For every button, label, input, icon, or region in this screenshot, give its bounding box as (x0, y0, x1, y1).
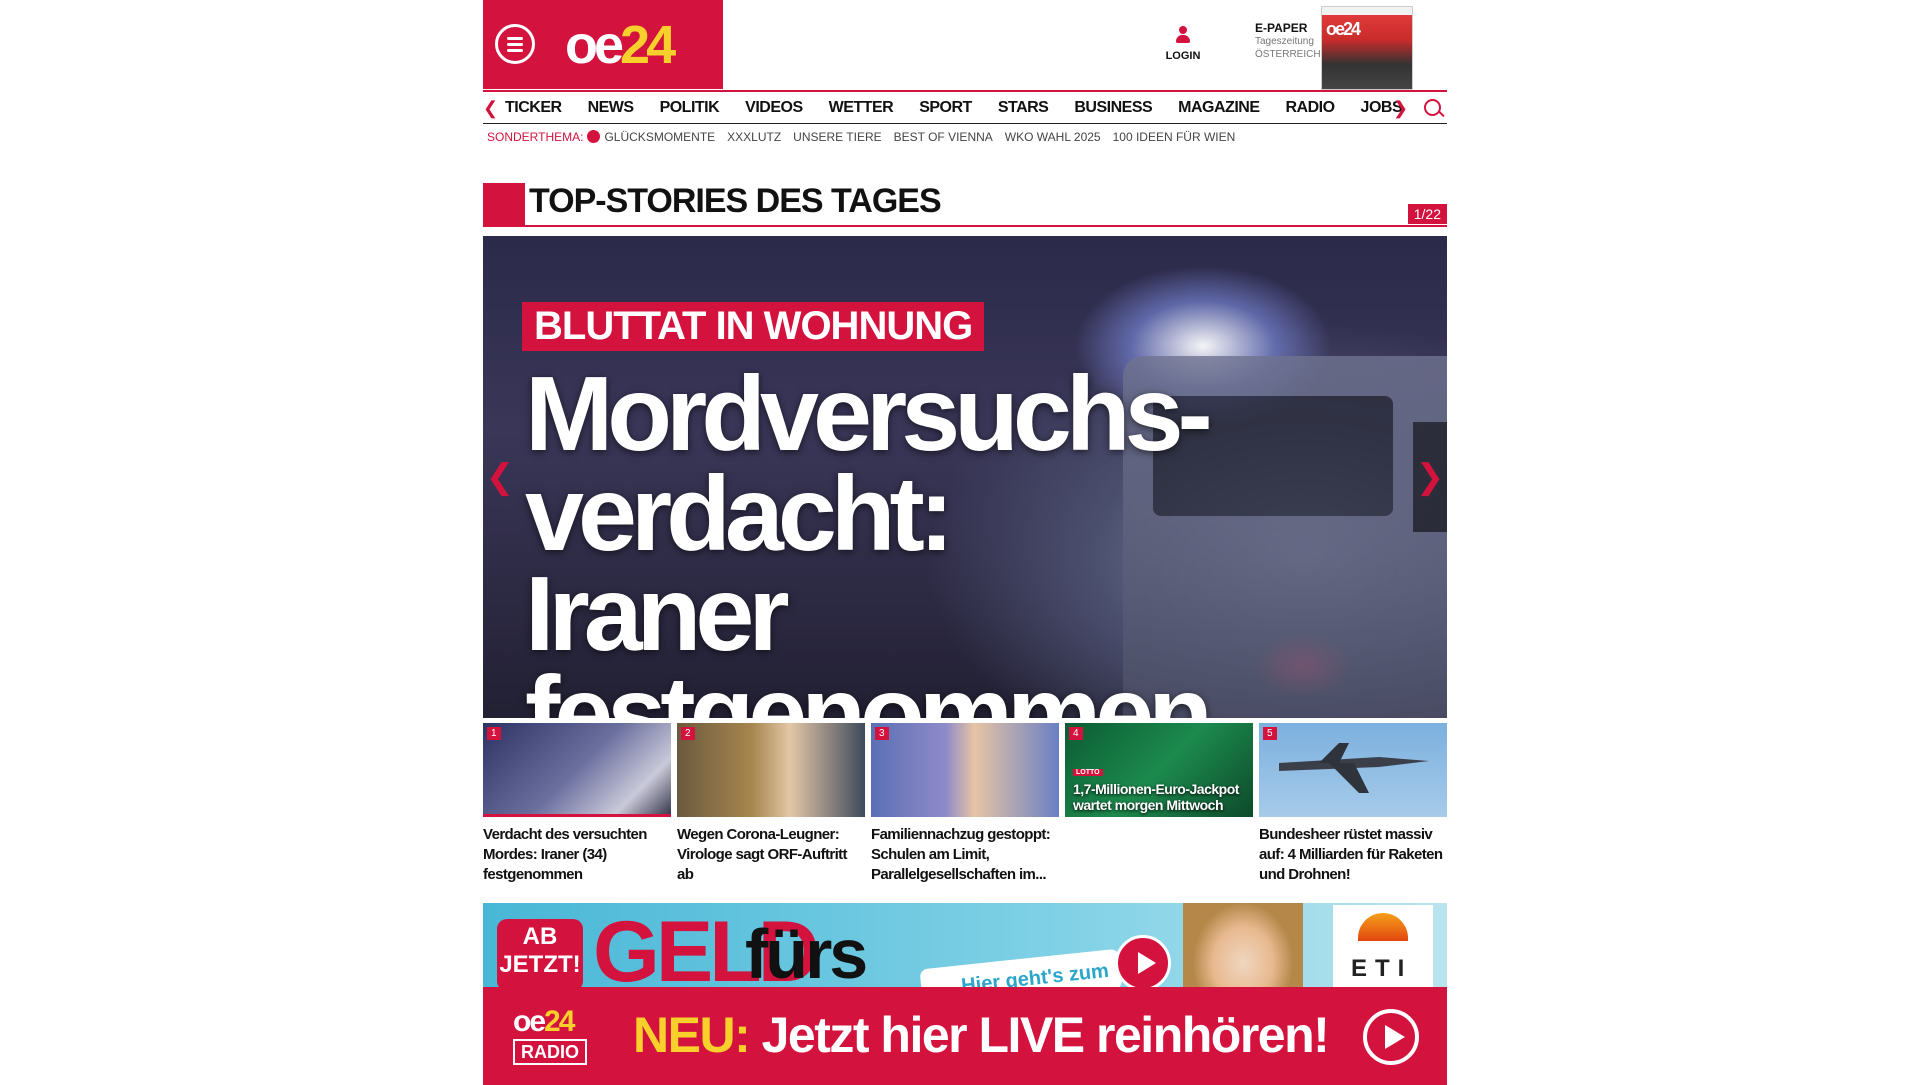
ad-play-icon[interactable] (1115, 935, 1171, 987)
radio-text: NEU: Jetzt hier LIVE reinhören! (633, 1007, 1330, 1063)
epaper-link[interactable]: E-PAPER Tageszeitung ÖSTERREICH (1255, 22, 1321, 61)
main-nav: ❮ TICKER NEWS POLITIK VIDEOS WETTER SPOR… (483, 90, 1447, 124)
teaser-overlay-tag: LOTTO (1073, 769, 1103, 776)
epaper-title: E-PAPER (1255, 21, 1308, 35)
teaser-image: 5 (1259, 723, 1447, 817)
teaser-number: 3 (875, 727, 889, 740)
play-icon[interactable] (1363, 1009, 1419, 1065)
nav-item-ticker[interactable]: TICKER (505, 99, 562, 117)
ad-ab-jetzt: AB JETZT! (497, 919, 583, 987)
nav-item-videos[interactable]: VIDEOS (745, 99, 803, 117)
ad-ab-label: AB (522, 923, 558, 950)
subnav-label: SONDERTHEMA: (487, 130, 584, 144)
cover-logo: oe24 (1326, 19, 1361, 39)
teaser-number: 1 (487, 727, 501, 740)
epaper-subtitle-2: ÖSTERREICH (1255, 49, 1321, 60)
teaser-item[interactable]: 3 Familiennachzug gestoppt: Schulen am L… (871, 723, 1059, 885)
radio-logo: oe24 RADIO (513, 1007, 605, 1067)
nav-prev-icon[interactable]: ❮ (483, 98, 498, 119)
search-icon[interactable] (1424, 99, 1441, 116)
teaser-caption[interactable]: Verdacht des versuchten Mordes: Iraner (… (483, 825, 671, 885)
teaser-number: 4 (1069, 727, 1083, 740)
teaser-image: 2 (677, 723, 865, 817)
teaser-caption[interactable]: Bundesheer rüstet massiv auf: 4 Milliard… (1259, 825, 1447, 885)
nav-item-sport[interactable]: SPORT (919, 99, 972, 117)
teaser-number: 2 (681, 727, 695, 740)
jet-icon (1279, 743, 1429, 793)
teaser-caption[interactable]: Familiennachzug gestoppt: Schulen am Lim… (871, 825, 1059, 885)
ad-brand-name: ETI (1351, 955, 1413, 982)
ad-hier-button[interactable]: Hier geht's zum (919, 948, 1123, 987)
nav-item-news[interactable]: NEWS (588, 99, 635, 117)
teaser-caption[interactable]: Wegen Corona-Leugner: Virologe sagt ORF-… (677, 825, 865, 885)
subnav: SONDERTHEMA: GLÜCKSMOMENTE XXXLUTZ UNSER… (487, 130, 1247, 144)
ad-image (1183, 903, 1303, 987)
teaser-overlay-text: 1,7-Millionen-Euro-Jackpot wartet morgen… (1073, 781, 1239, 813)
teaser-row: 1 Verdacht des versuchten Mordes: Iraner… (483, 723, 1447, 885)
site-logo[interactable]: oe24 (565, 14, 676, 76)
radio-cta: Jetzt hier LIVE reinhören! (749, 1007, 1330, 1063)
nav-item-business[interactable]: BUSINESS (1074, 99, 1152, 117)
subnav-item-label: GLÜCKSMOMENTE (604, 130, 716, 144)
epaper-cover-thumbnail[interactable]: oe24 (1321, 6, 1413, 90)
login-label: LOGIN (1165, 50, 1201, 62)
subnav-item-xxxlutz[interactable]: XXXLUTZ (727, 130, 781, 144)
login-button[interactable]: LOGIN (1163, 26, 1203, 62)
nav-item-magazine[interactable]: MAGAZINE (1178, 99, 1260, 117)
teaser-item[interactable]: 5 Bundesheer rüstet massiv auf: 4 Millia… (1259, 723, 1447, 885)
ad-furs-text: fürs (745, 915, 868, 987)
nav-item-stars[interactable]: STARS (998, 99, 1049, 117)
ad-banner[interactable]: AB JETZT! GELD fürs Hier geht's zum ETI (483, 903, 1447, 987)
slider-next-icon[interactable]: ❯ (1413, 422, 1447, 532)
subnav-item-100-ideen[interactable]: 100 IDEEN FÜR WIEN (1113, 130, 1236, 144)
section-title: TOP-STORIES DES TAGES (529, 182, 942, 220)
radio-logo-accent: 24 (544, 1005, 575, 1038)
logo-box[interactable]: oe24 (483, 0, 723, 89)
subnav-item-gluecksmomente[interactable]: GLÜCKSMOMENTE (587, 130, 715, 144)
heart-icon (587, 130, 601, 143)
ad-brand-logo: ETI (1333, 905, 1433, 987)
sun-icon (1358, 913, 1408, 941)
ad-jetzt-label: JETZT! (499, 951, 581, 978)
radio-neu: NEU: (633, 1007, 751, 1063)
subnav-item-unsere-tiere[interactable]: UNSERE TIERE (793, 130, 881, 144)
teaser-image: 4 LOTTO 1,7-Millionen-Euro-Jackpot warte… (1065, 723, 1253, 817)
slide-counter: 1/22 (1407, 204, 1447, 224)
user-icon (1176, 26, 1190, 44)
nav-next-icon[interactable]: ❯ (1393, 98, 1408, 119)
hero-slide[interactable]: BLUTTAT IN WOHNUNG Mordversuchs-verdacht… (483, 236, 1447, 718)
page-wrapper: oe24 LOGIN E-PAPER Tageszeitung ÖSTERREI… (483, 0, 1447, 1085)
radio-logo-label: RADIO (513, 1039, 587, 1065)
teaser-item[interactable]: 2 Wegen Corona-Leugner: Virologe sagt OR… (677, 723, 865, 885)
radio-logo-main: oe (513, 1005, 546, 1038)
hero-tag: BLUTTAT IN WOHNUNG (522, 302, 985, 351)
slider-prev-icon[interactable]: ❮ (483, 422, 517, 532)
teaser-image: 3 (871, 723, 1059, 817)
teaser-item[interactable]: 4 LOTTO 1,7-Millionen-Euro-Jackpot warte… (1065, 723, 1253, 885)
section-divider (525, 225, 1447, 227)
menu-icon[interactable] (495, 24, 535, 64)
section-marker (483, 183, 525, 227)
epaper-subtitle-1: Tageszeitung (1255, 36, 1314, 47)
nav-item-radio[interactable]: RADIO (1285, 99, 1335, 117)
subnav-item-wko-wahl[interactable]: WKO WAHL 2025 (1005, 130, 1101, 144)
teaser-item[interactable]: 1 Verdacht des versuchten Mordes: Iraner… (483, 723, 671, 885)
nav-item-politik[interactable]: POLITIK (660, 99, 720, 117)
hero-headline[interactable]: Mordversuchs-verdacht: Iraner festgenomm… (525, 361, 1213, 718)
nav-item-wetter[interactable]: WETTER (829, 99, 894, 117)
subnav-item-best-of-vienna[interactable]: BEST OF VIENNA (894, 130, 993, 144)
radio-bar[interactable]: oe24 RADIO NEU: Jetzt hier LIVE reinhöre… (483, 987, 1447, 1085)
teaser-image: 1 (483, 723, 671, 817)
